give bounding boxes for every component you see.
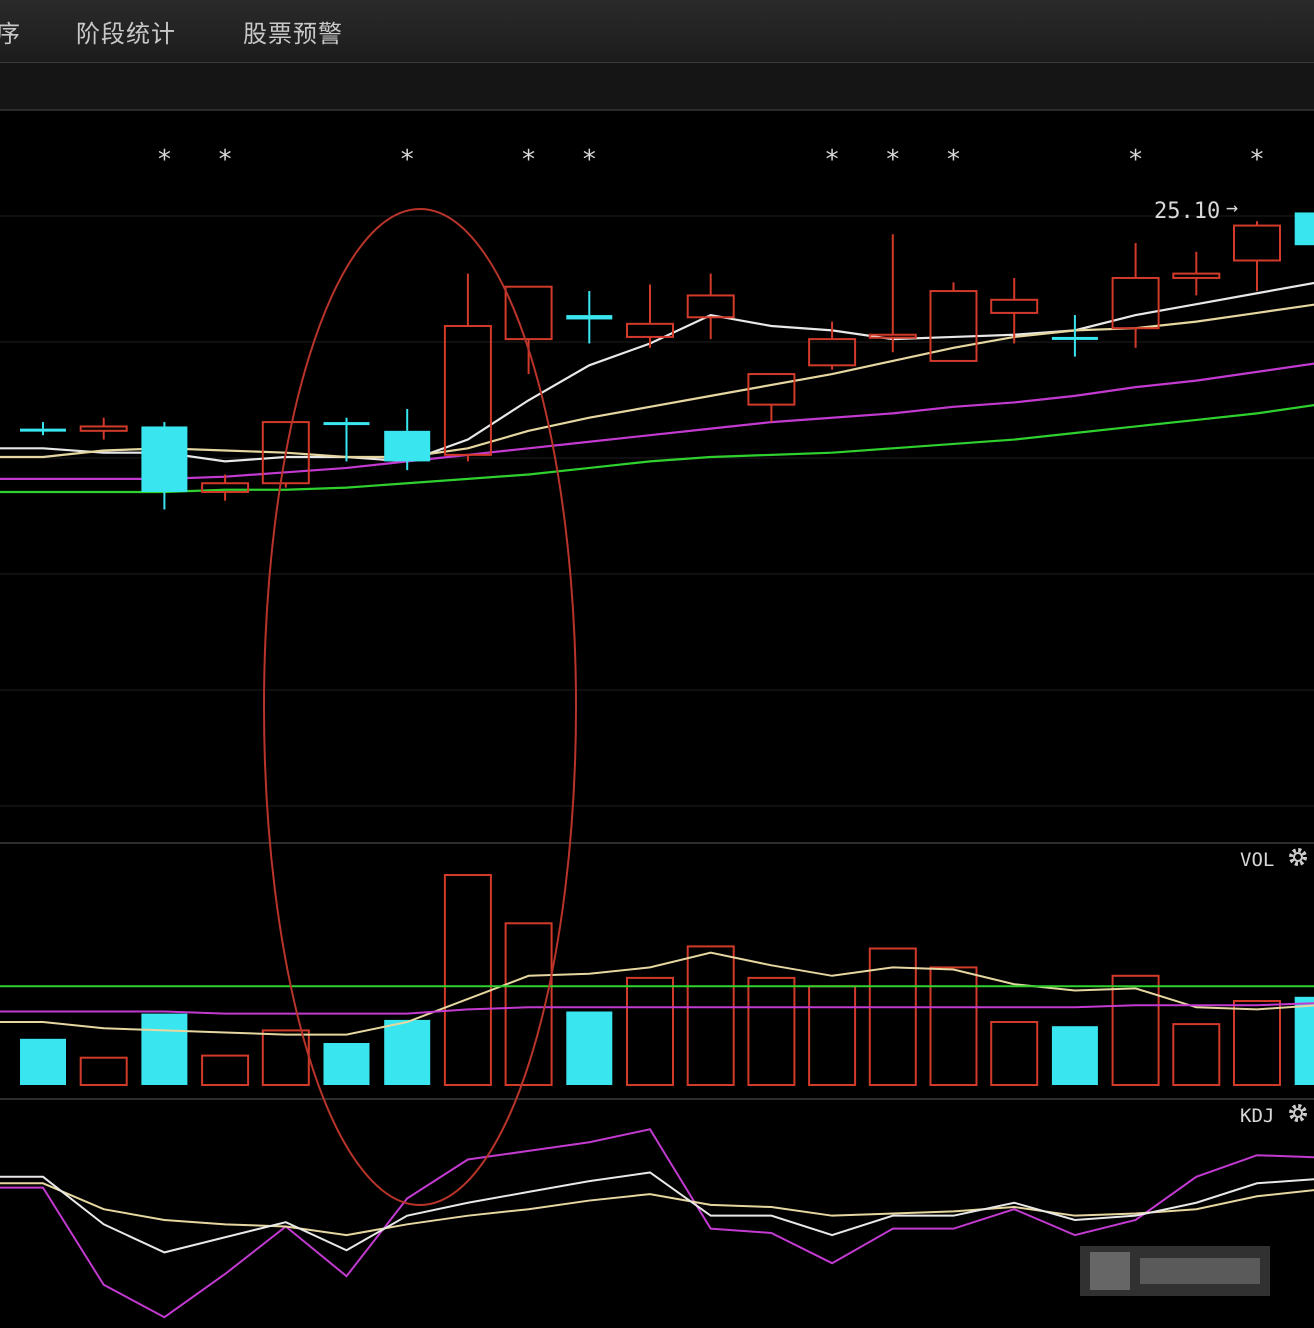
candle-body bbox=[1233, 224, 1281, 262]
candle bbox=[20, 422, 66, 436]
candle-body bbox=[79, 425, 128, 432]
blurred-watermark bbox=[1080, 1246, 1270, 1296]
candle bbox=[626, 284, 674, 348]
candle-body bbox=[808, 338, 857, 367]
signal-marker: * bbox=[1249, 145, 1265, 175]
candle-body bbox=[990, 298, 1039, 314]
ma5-line bbox=[0, 281, 1314, 463]
volume-bar bbox=[1111, 974, 1160, 1086]
volume-bar bbox=[1233, 1000, 1281, 1086]
volume-bar bbox=[201, 1054, 250, 1086]
top-toolbar: 序 阶段统计 股票预警 bbox=[0, 0, 1314, 63]
candle bbox=[686, 273, 735, 340]
signal-marker: * bbox=[217, 145, 233, 175]
signal-marker: * bbox=[824, 145, 840, 175]
candlesticks bbox=[20, 212, 1314, 510]
candle bbox=[868, 234, 917, 353]
candle-body bbox=[1294, 212, 1314, 246]
volume-bar bbox=[141, 1013, 188, 1085]
signal-marker: * bbox=[946, 145, 962, 175]
candle-body bbox=[141, 426, 188, 492]
ma20-line bbox=[0, 362, 1314, 480]
volume-bar bbox=[261, 1029, 310, 1087]
candle bbox=[1294, 212, 1314, 246]
candle bbox=[443, 273, 492, 462]
candle bbox=[141, 422, 188, 510]
volume-bar bbox=[323, 1043, 370, 1085]
volume-bar bbox=[990, 1021, 1039, 1086]
candle-body bbox=[443, 325, 492, 456]
volume-bar bbox=[20, 1038, 66, 1085]
tab-stock-alert[interactable]: 股票预警 bbox=[243, 14, 343, 49]
candle-body bbox=[747, 373, 796, 406]
signal-marker: * bbox=[157, 145, 173, 175]
volume-bar bbox=[626, 976, 674, 1087]
volume-bar bbox=[384, 1019, 431, 1085]
candle bbox=[79, 417, 128, 440]
volume-bar bbox=[929, 966, 978, 1087]
tab-sort[interactable]: 序 bbox=[0, 14, 21, 49]
candle bbox=[201, 474, 250, 501]
signal-marker: * bbox=[885, 145, 901, 175]
candle-body bbox=[384, 430, 431, 462]
candle bbox=[1051, 315, 1098, 357]
signal-marker: * bbox=[521, 145, 537, 175]
kdj-settings-gear-icon[interactable] bbox=[1289, 1104, 1307, 1122]
signal-marker: * bbox=[1128, 145, 1144, 175]
price-high-label: 25.10 bbox=[1154, 199, 1220, 224]
volume-ma-lines bbox=[0, 951, 1314, 1036]
volume-bar bbox=[747, 976, 796, 1087]
volume-bar bbox=[686, 945, 735, 1087]
stock-chart: * * * * * * * * * * 25.10 → VOL KDJ bbox=[0, 145, 1314, 1319]
kdj-d-line bbox=[0, 1182, 1314, 1237]
candle bbox=[504, 285, 553, 375]
candle bbox=[566, 291, 613, 344]
candle bbox=[384, 408, 431, 471]
volume-bar bbox=[566, 1011, 613, 1085]
signal-markers: * * * * * * * * * * bbox=[157, 145, 1265, 175]
candle bbox=[929, 282, 978, 362]
candle-body bbox=[323, 422, 370, 426]
candle bbox=[1172, 251, 1221, 296]
signal-marker: * bbox=[399, 145, 415, 175]
volume-ma-line bbox=[0, 1002, 1314, 1015]
vol-settings-gear-icon[interactable] bbox=[1289, 848, 1307, 866]
ma10-line bbox=[0, 303, 1314, 459]
volume-bar bbox=[1172, 1023, 1221, 1086]
volume-bar bbox=[1294, 996, 1314, 1085]
candle-body bbox=[1111, 276, 1160, 330]
candle-body bbox=[20, 428, 66, 432]
volume-bar bbox=[808, 985, 857, 1086]
candle bbox=[1233, 221, 1281, 292]
volume-bar bbox=[79, 1056, 128, 1087]
price-high-arrow: → bbox=[1226, 195, 1238, 219]
candle-body bbox=[1051, 336, 1098, 340]
volume-bar bbox=[1051, 1026, 1098, 1085]
kdj-label: KDJ bbox=[1240, 1105, 1274, 1127]
volume-ma-line bbox=[0, 951, 1314, 1036]
kdj-k-line bbox=[0, 1171, 1314, 1254]
candle-body bbox=[504, 285, 553, 341]
volume-bars bbox=[20, 874, 1314, 1087]
volume-bar bbox=[443, 874, 492, 1086]
candle-body bbox=[1172, 272, 1221, 279]
sub-toolbar bbox=[0, 63, 1314, 111]
candle bbox=[1111, 243, 1160, 348]
signal-marker: * bbox=[581, 145, 597, 175]
moving-average-lines bbox=[0, 281, 1314, 494]
tab-period-statistics[interactable]: 阶段统计 bbox=[76, 14, 176, 49]
vol-label: VOL bbox=[1240, 849, 1274, 871]
candle-body bbox=[566, 315, 613, 320]
